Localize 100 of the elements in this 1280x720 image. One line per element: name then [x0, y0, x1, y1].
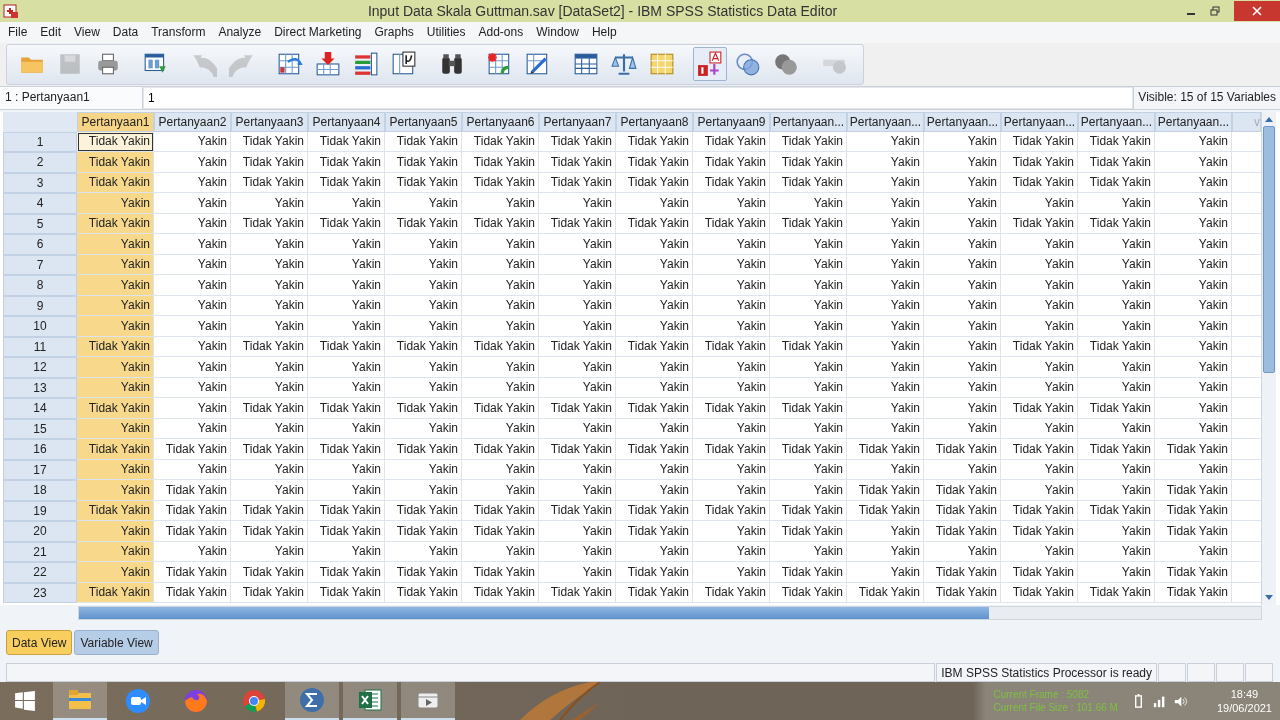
table-cell[interactable]: Tidak Yakin [770, 172, 847, 194]
table-cell[interactable]: Yakin [770, 254, 847, 276]
table-cell[interactable]: Tidak Yakin [462, 521, 539, 542]
table-cell[interactable]: Yakin [231, 480, 308, 501]
table-cell[interactable]: Yakin [924, 316, 1001, 337]
table-cell[interactable]: Yakin [539, 357, 616, 378]
table-cell[interactable]: Tidak Yakin [616, 152, 693, 173]
table-cell[interactable]: Yakin [154, 213, 231, 235]
table-cell[interactable]: Yakin [616, 418, 693, 440]
table-cell[interactable]: Tidak Yakin [770, 582, 847, 604]
table-cell[interactable]: Yakin [847, 459, 924, 481]
table-cell[interactable]: Tidak Yakin [462, 562, 539, 583]
table-cell[interactable]: Yakin [1001, 357, 1078, 378]
table-cell[interactable]: Yakin [770, 480, 847, 501]
table-cell[interactable]: Yakin [770, 541, 847, 563]
table-cell[interactable]: Yakin [847, 377, 924, 399]
row-header[interactable]: 13 [3, 377, 77, 399]
table-cell[interactable]: Yakin [693, 357, 770, 378]
row-header[interactable]: 18 [3, 480, 77, 501]
table-cell[interactable]: Yakin [924, 357, 1001, 378]
table-cell[interactable]: Yakin [616, 295, 693, 317]
table-cell[interactable]: Tidak Yakin [231, 213, 308, 235]
table-cell[interactable]: Tidak Yakin [1078, 500, 1155, 522]
table-cell[interactable]: Yakin [308, 357, 385, 378]
table-cell[interactable]: Tidak Yakin [1078, 398, 1155, 419]
table-cell[interactable]: Yakin [462, 459, 539, 481]
cell-value-field[interactable]: 1 [143, 86, 1134, 109]
table-cell[interactable]: Yakin [462, 316, 539, 337]
table-cell[interactable]: Yakin [77, 562, 154, 583]
row-header[interactable]: 4 [3, 193, 77, 214]
table-cell[interactable]: Yakin [539, 275, 616, 296]
table-cell[interactable]: Tidak Yakin [231, 582, 308, 604]
menu-item[interactable]: Add-ons [473, 25, 529, 40]
table-cell[interactable]: Yakin [693, 316, 770, 337]
taskbar-button[interactable] [285, 682, 339, 720]
table-cell[interactable]: Yakin [924, 398, 1001, 419]
table-cell[interactable]: Yakin [1155, 234, 1232, 255]
table-cell[interactable]: Yakin [924, 234, 1001, 255]
table-cell[interactable]: Tidak Yakin [1001, 521, 1078, 542]
table-cell[interactable]: Yakin [154, 254, 231, 276]
table-cell[interactable]: Tidak Yakin [770, 131, 847, 153]
menu-item[interactable]: Utilities [421, 25, 471, 40]
table-cell[interactable]: Tidak Yakin [385, 172, 462, 194]
table-cell[interactable]: Yakin [616, 459, 693, 481]
table-cell[interactable]: Yakin [770, 377, 847, 399]
table-cell[interactable]: Yakin [77, 521, 154, 542]
table-cell[interactable]: Tidak Yakin [462, 172, 539, 194]
table-cell[interactable]: Yakin [1078, 234, 1155, 255]
table-cell[interactable]: Yakin [154, 131, 231, 153]
table-cell[interactable]: Yakin [231, 459, 308, 481]
table-cell[interactable]: Yakin [539, 377, 616, 399]
table-cell[interactable]: Tidak Yakin [462, 152, 539, 173]
table-cell[interactable]: Yakin [231, 377, 308, 399]
table-cell[interactable]: Yakin [693, 234, 770, 255]
table-cell[interactable]: Tidak Yakin [1001, 172, 1078, 194]
table-cell[interactable]: Tidak Yakin [77, 500, 154, 522]
table-cell[interactable]: Tidak Yakin [693, 439, 770, 460]
column-header[interactable]: Pertanyaan3 [231, 111, 308, 132]
table-cell[interactable]: Yakin [462, 275, 539, 296]
column-header[interactable]: Pertanyaan... [924, 111, 1001, 132]
row-header[interactable]: 11 [3, 336, 77, 358]
table-cell[interactable]: Yakin [847, 234, 924, 255]
table-cell[interactable]: Tidak Yakin [616, 398, 693, 419]
table-cell[interactable]: Yakin [616, 316, 693, 337]
column-header[interactable]: Pertanyaan7 [539, 111, 616, 132]
column-header[interactable]: Pertanyaan9 [693, 111, 770, 132]
table-cell[interactable]: Yakin [77, 480, 154, 501]
table-cell[interactable]: Tidak Yakin [693, 213, 770, 235]
table-cell[interactable]: Yakin [539, 480, 616, 501]
table-cell[interactable]: Yakin [462, 234, 539, 255]
table-cell[interactable]: Tidak Yakin [1001, 152, 1078, 173]
table-cell[interactable]: Yakin [616, 234, 693, 255]
column-header[interactable]: Pertanyaan1 [77, 111, 154, 132]
table-cell[interactable]: Yakin [616, 377, 693, 399]
table-cell[interactable]: Tidak Yakin [693, 172, 770, 194]
table-cell[interactable]: Yakin [693, 377, 770, 399]
table-cell[interactable]: Yakin [847, 562, 924, 583]
table-cell[interactable]: Yakin [462, 193, 539, 214]
table-cell[interactable]: Yakin [308, 459, 385, 481]
table-cell[interactable]: Tidak Yakin [770, 152, 847, 173]
row-header[interactable]: 19 [3, 500, 77, 522]
column-header[interactable]: Pertanyaan4 [308, 111, 385, 132]
table-cell[interactable]: Yakin [924, 275, 1001, 296]
table-cell[interactable]: Yakin [462, 254, 539, 276]
table-cell[interactable]: Yakin [924, 459, 1001, 481]
table-cell[interactable]: Yakin [308, 377, 385, 399]
table-cell[interactable]: Yakin [924, 193, 1001, 214]
table-cell[interactable]: Yakin [154, 459, 231, 481]
table-cell[interactable]: Tidak Yakin [539, 439, 616, 460]
table-cell[interactable]: Yakin [385, 418, 462, 440]
table-cell[interactable]: Tidak Yakin [770, 500, 847, 522]
table-cell[interactable]: Yakin [77, 295, 154, 317]
table-cell[interactable]: Tidak Yakin [154, 480, 231, 501]
table-cell[interactable]: Yakin [847, 193, 924, 214]
table-cell[interactable]: Yakin [385, 459, 462, 481]
view-tab[interactable]: Variable View [74, 630, 159, 656]
table-cell[interactable]: Yakin [847, 152, 924, 173]
table-cell[interactable]: Tidak Yakin [770, 336, 847, 358]
table-cell[interactable]: Yakin [616, 254, 693, 276]
table-cell[interactable]: Yakin [924, 254, 1001, 276]
